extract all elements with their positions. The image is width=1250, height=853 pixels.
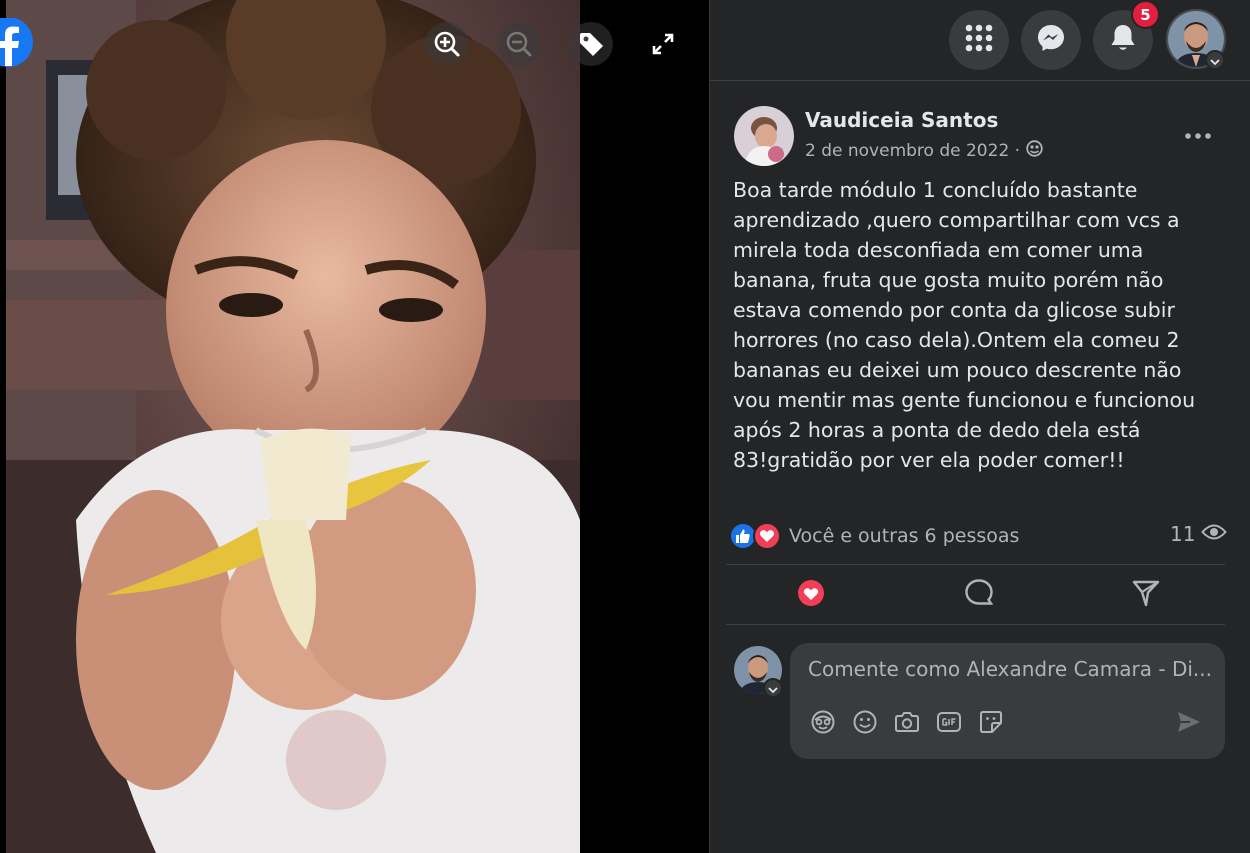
- messenger-button[interactable]: [1021, 10, 1081, 70]
- love-reaction-icon: [797, 579, 825, 611]
- notification-count-badge: 5: [1131, 0, 1160, 29]
- comment-button[interactable]: [899, 571, 1059, 619]
- author-name[interactable]: Vaudiceia Santos: [805, 108, 998, 132]
- gif-icon: [936, 710, 962, 738]
- share-icon: [1131, 578, 1161, 612]
- sticker-icon: [978, 709, 1004, 739]
- globe-icon: [1026, 140, 1043, 162]
- divider: [726, 624, 1225, 625]
- avatar-sticker-button[interactable]: [808, 709, 838, 739]
- share-button[interactable]: [1066, 571, 1226, 619]
- bell-icon: [1109, 23, 1137, 57]
- comment-input[interactable]: [808, 657, 1213, 681]
- menu-button[interactable]: [949, 10, 1009, 70]
- gif-button[interactable]: [934, 709, 964, 739]
- photo-attach-button[interactable]: [892, 709, 922, 739]
- comment-composer: [790, 643, 1225, 759]
- grid-menu-icon: [965, 24, 993, 56]
- emoji-button[interactable]: [850, 709, 880, 739]
- fullscreen-icon: [651, 32, 675, 56]
- tag-photo-button[interactable]: [569, 22, 613, 66]
- author-avatar[interactable]: [734, 106, 794, 166]
- view-count: 11: [1170, 522, 1228, 546]
- fullscreen-button[interactable]: [641, 22, 685, 66]
- post-options-button[interactable]: [1176, 118, 1220, 148]
- send-comment-button[interactable]: [1174, 709, 1204, 739]
- eye-icon: [1201, 522, 1228, 546]
- post-text: Boa tarde módulo 1 concluído bastante ap…: [733, 178, 1196, 472]
- post-meta: 2 de novembro de 2022 ·: [805, 140, 1043, 162]
- emoji-icon: [852, 709, 878, 739]
- post-date[interactable]: 2 de novembro de 2022 ·: [805, 141, 1020, 161]
- divider: [726, 564, 1225, 565]
- zoom-in-button[interactable]: [425, 22, 469, 66]
- more-dots-icon: [1185, 124, 1211, 143]
- photo-viewer: [0, 0, 709, 853]
- send-icon: [1176, 710, 1202, 738]
- reactions-count-text[interactable]: Você e outras 6 pessoas: [789, 525, 1019, 547]
- tag-icon: [577, 30, 605, 58]
- camera-icon: [894, 710, 920, 738]
- chevron-down-icon: [1210, 51, 1220, 70]
- love-reaction-icon: [753, 522, 781, 550]
- post-photo[interactable]: [6, 0, 580, 853]
- love-button[interactable]: [731, 571, 891, 619]
- chevron-down-icon: [768, 679, 778, 698]
- facebook-logo-icon[interactable]: [0, 17, 34, 68]
- zoom-in-icon: [433, 30, 461, 58]
- avatar-sticker-icon: [810, 709, 836, 739]
- commenter-switch-button[interactable]: [763, 678, 783, 698]
- reaction-summary[interactable]: Você e outras 6 pessoas: [729, 520, 1019, 552]
- sticker-button[interactable]: [976, 709, 1006, 739]
- messenger-icon: [1036, 23, 1066, 57]
- account-menu-button[interactable]: [1205, 50, 1225, 70]
- zoom-out-button[interactable]: [497, 22, 541, 66]
- comment-icon: [964, 578, 994, 612]
- views-number: 11: [1170, 522, 1196, 546]
- zoom-out-icon: [505, 30, 533, 58]
